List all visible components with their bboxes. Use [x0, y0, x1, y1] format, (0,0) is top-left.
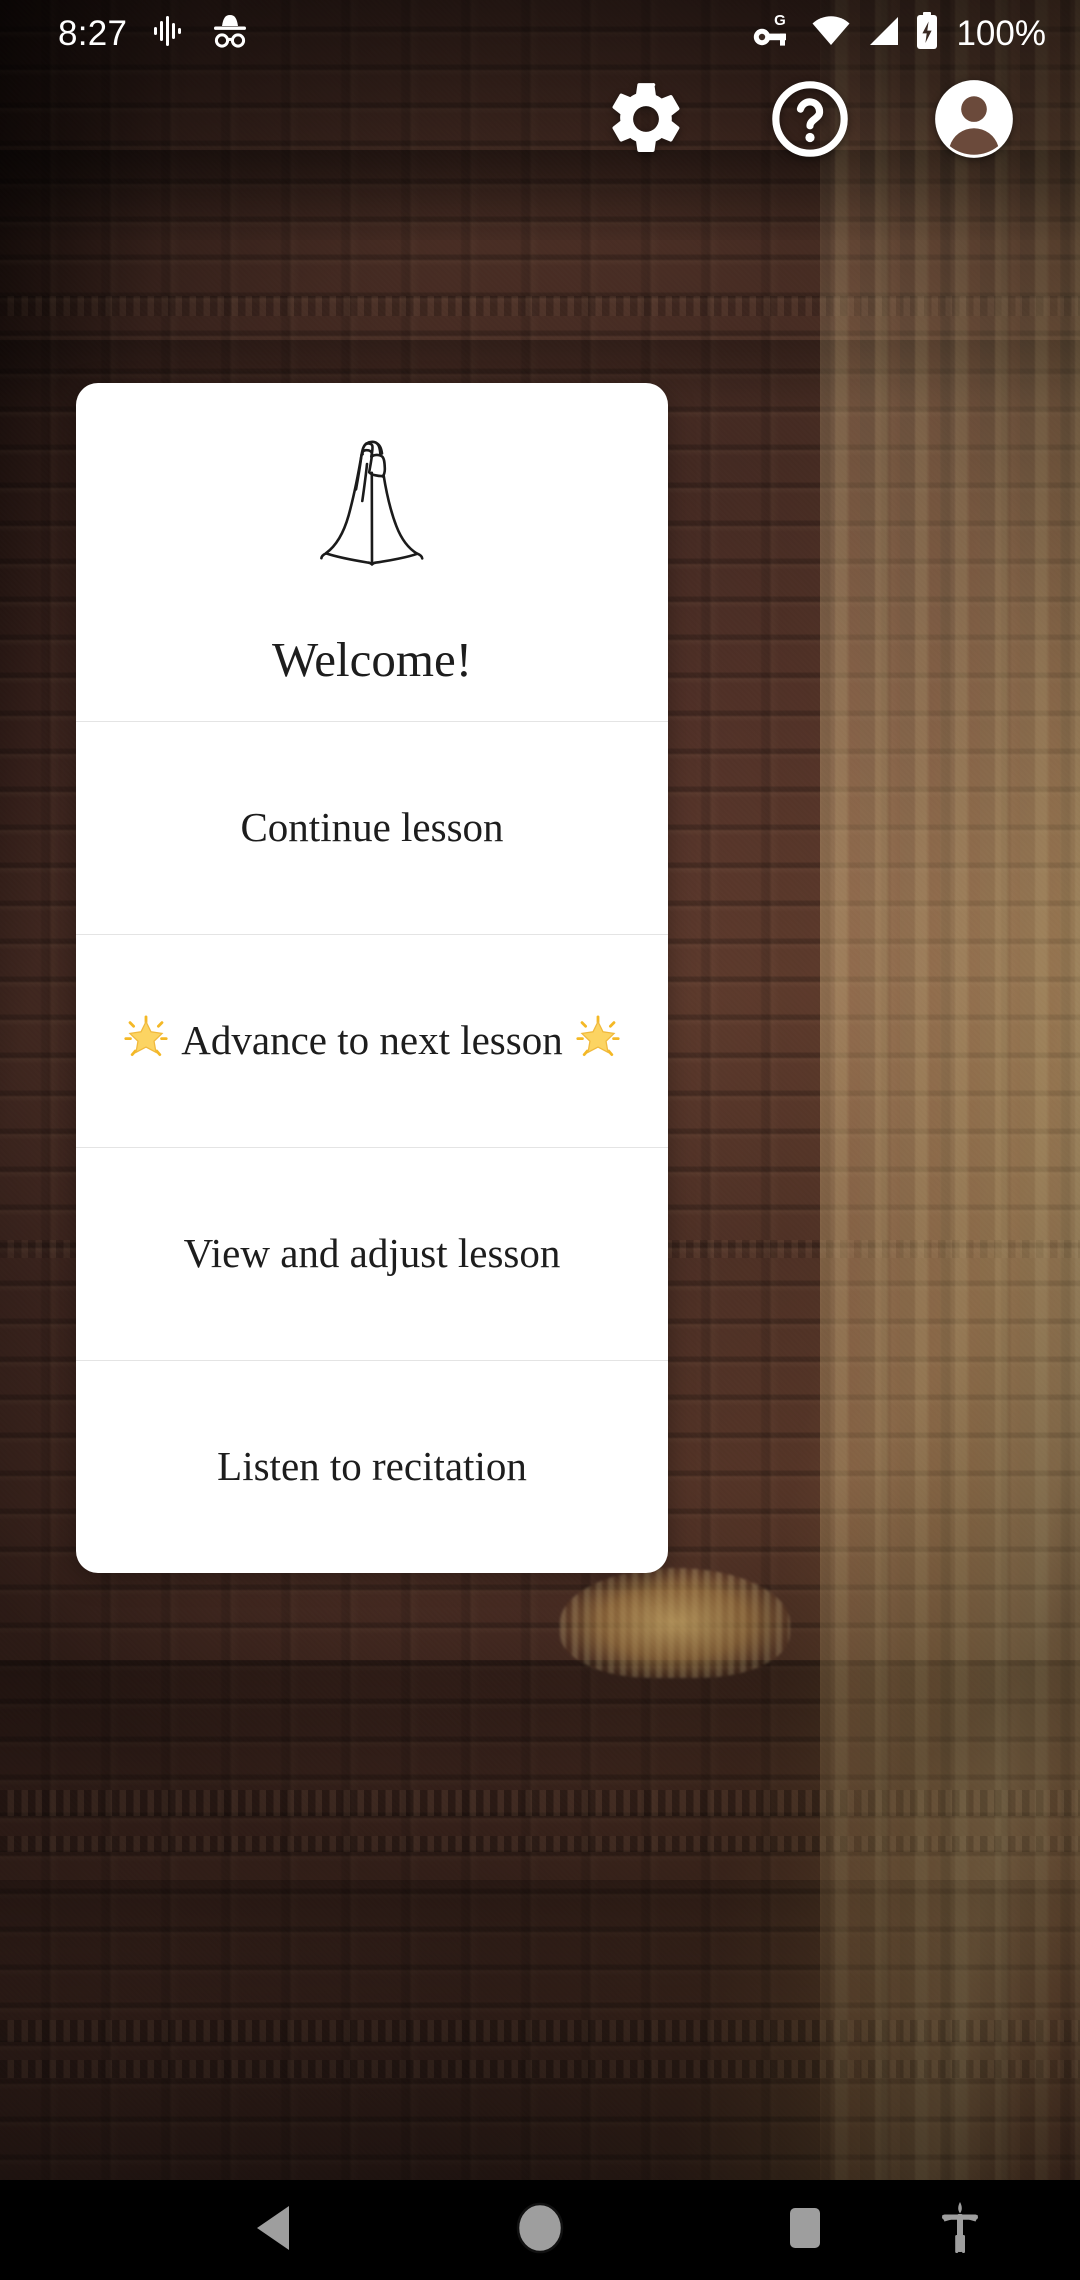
- menu-item-label: View and adjust lesson: [183, 1230, 561, 1277]
- back-triangle-icon: [251, 2203, 297, 2258]
- home-circle-icon: [514, 2202, 566, 2259]
- help-button[interactable]: [764, 75, 856, 167]
- menu-item-label: Listen to recitation: [217, 1443, 527, 1490]
- recents-square-icon: [783, 2204, 827, 2257]
- menu-item-continue-lesson[interactable]: Continue lesson: [76, 722, 668, 934]
- dialog-header: Welcome!: [76, 383, 668, 721]
- vpn-key-g-icon: G: [753, 12, 797, 55]
- accessibility-icon: [938, 2201, 982, 2260]
- phone-screen: 8:27 G 100% Welcome! Continue lesson Adv…: [0, 0, 1080, 2280]
- cellular-signal-icon: [865, 15, 901, 52]
- glowing-star-icon: [123, 1015, 169, 1067]
- menu-item-advance-lesson[interactable]: Advance to next lesson: [76, 935, 668, 1147]
- incognito-icon: [209, 13, 251, 54]
- svg-text:G: G: [775, 12, 787, 29]
- welcome-dialog-card: Welcome! Continue lesson Advance to next…: [76, 383, 668, 1573]
- nav-back-button[interactable]: [214, 2180, 334, 2280]
- app-top-bar: [0, 66, 1080, 176]
- sound-waveform-icon: [153, 14, 183, 53]
- menu-item-listen-recitation[interactable]: Listen to recitation: [76, 1361, 668, 1573]
- nav-home-button[interactable]: [480, 2180, 600, 2280]
- account-button[interactable]: [928, 75, 1020, 167]
- status-bar-right: G 100%: [753, 11, 1046, 55]
- status-bar-left: 8:27: [58, 13, 251, 54]
- namaste-praying-hands-icon: [282, 431, 462, 613]
- battery-charging-icon: [915, 11, 939, 55]
- nav-accessibility-button[interactable]: [900, 2180, 1020, 2280]
- status-clock: 8:27: [58, 13, 128, 53]
- help-circle-icon: [769, 78, 851, 165]
- glowing-star-icon: [575, 1015, 621, 1067]
- android-navigation-bar: [0, 2180, 1080, 2280]
- nav-recents-button[interactable]: [745, 2180, 865, 2280]
- menu-item-label: Continue lesson: [240, 804, 504, 851]
- menu-item-label: Advance to next lesson: [181, 1017, 563, 1064]
- menu-item-view-adjust-lesson[interactable]: View and adjust lesson: [76, 1148, 668, 1360]
- settings-button[interactable]: [600, 75, 692, 167]
- dialog-title: Welcome!: [271, 632, 473, 687]
- status-bar: 8:27 G 100%: [0, 0, 1080, 66]
- battery-percent-label: 100%: [956, 13, 1046, 53]
- wifi-icon: [811, 15, 851, 52]
- account-circle-icon: [930, 75, 1018, 168]
- gear-icon: [603, 76, 689, 167]
